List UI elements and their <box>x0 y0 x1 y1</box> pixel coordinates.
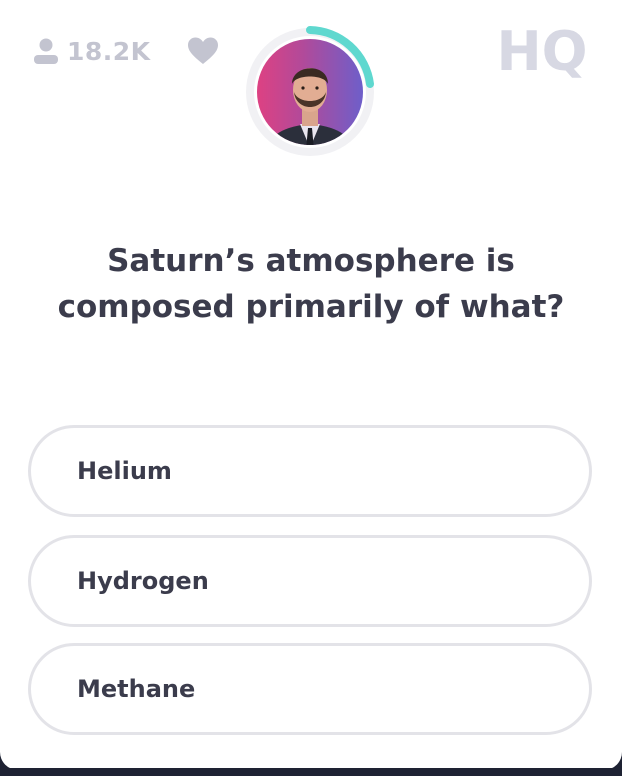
question-text: Saturn’s atmosphere is composed primaril… <box>57 243 565 325</box>
viewer-count: 18.2K <box>33 34 151 68</box>
svg-text:HQ: HQ <box>496 20 587 82</box>
game-card: 18.2K HQ Saturn’s atmosphere is composed… <box>0 0 622 770</box>
background-edge <box>0 768 622 776</box>
answer-option-2[interactable]: Hydrogen <box>28 535 592 627</box>
viewer-count-label: 18.2K <box>67 36 151 66</box>
heart-icon[interactable] <box>186 36 220 66</box>
hq-logo: HQ <box>496 20 587 82</box>
host-avatar <box>257 39 363 145</box>
host-avatar-timer <box>244 26 376 158</box>
person-icon <box>34 38 58 64</box>
answer-option-3[interactable]: Methane <box>28 643 592 735</box>
answer-option-1[interactable]: Helium <box>28 425 592 517</box>
